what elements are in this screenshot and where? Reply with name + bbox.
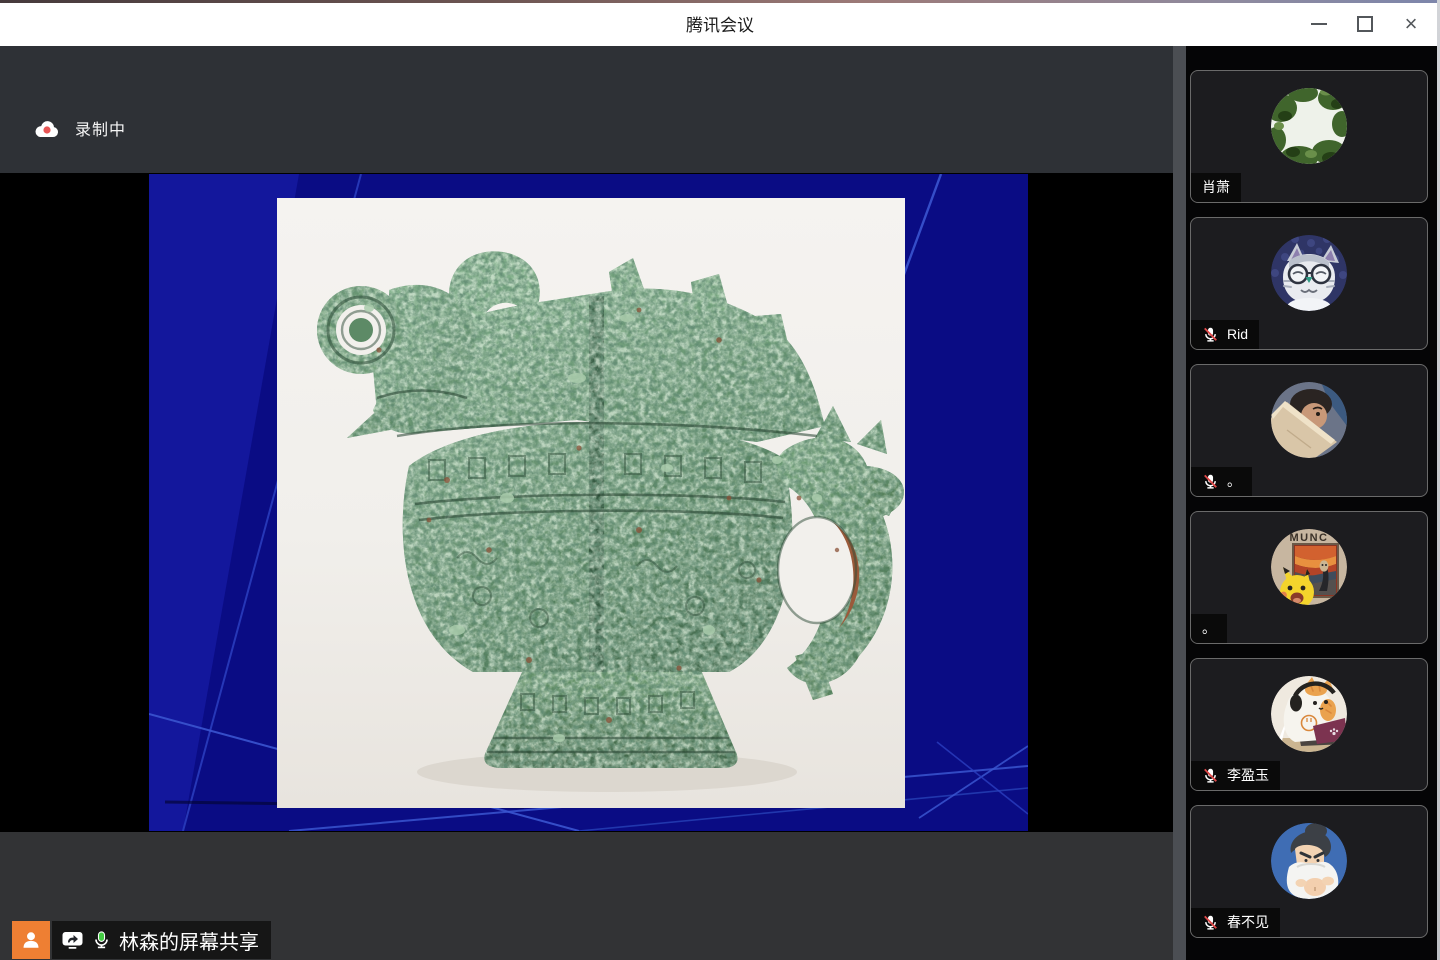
- recording-label: 录制中: [75, 116, 126, 140]
- participant-name: 。: [1227, 473, 1241, 490]
- participant-tile-dot-1[interactable]: 。: [1190, 364, 1428, 497]
- participant-name: 李盈玉: [1227, 767, 1269, 784]
- close-button[interactable]: ×: [1388, 4, 1434, 44]
- meeting-toolbar: 录制中: [0, 46, 1173, 173]
- person-icon: [20, 929, 42, 951]
- presentation-slide: [149, 174, 1028, 831]
- recording-indicator[interactable]: 录制中: [34, 115, 126, 141]
- participant-name-tag: 李盈玉: [1191, 761, 1280, 790]
- pikachu-scream-painting-avatar: MUNC: [1271, 529, 1347, 605]
- bronze-vessel-illustration: [277, 198, 905, 808]
- mic-muted-icon: [1202, 767, 1219, 784]
- bronze-vessel-photo: [277, 198, 905, 808]
- artwork-title-text: MUNC: [1290, 532, 1329, 544]
- share-label-text: 林森的屏幕共享: [119, 926, 259, 955]
- participant-name-tag: 春不见: [1191, 908, 1280, 937]
- participant-tile-liyingyu[interactable]: 李盈玉: [1190, 658, 1428, 791]
- participant-name-tag: 。: [1191, 467, 1252, 496]
- participant-tile-chunbujian[interactable]: 春不见: [1190, 805, 1428, 938]
- screen-share-icon: [61, 930, 84, 950]
- person-behind-paper-avatar: [1271, 382, 1347, 458]
- participant-name: Rid: [1227, 326, 1248, 343]
- screen-share-stage: [0, 173, 1173, 832]
- minimize-button[interactable]: [1296, 4, 1342, 44]
- mic-muted-icon: [1202, 914, 1219, 931]
- hoodie-boy-avatar: [1271, 823, 1347, 899]
- participant-name: 肖萧: [1202, 179, 1230, 196]
- participant-name-tag: Rid: [1191, 320, 1259, 349]
- participant-name-tag: 肖萧: [1191, 173, 1241, 202]
- kitten-laptop-avatar: [1271, 676, 1347, 752]
- maximize-button[interactable]: [1342, 4, 1388, 44]
- cloud-record-icon: [34, 118, 60, 138]
- mic-muted-icon: [1202, 473, 1219, 490]
- minimize-icon: [1311, 23, 1327, 25]
- mic-active-icon: [92, 930, 111, 950]
- cartoon-cat-avatar: [1271, 235, 1347, 311]
- share-label: 林森的屏幕共享: [52, 921, 271, 959]
- presenter-share-banner[interactable]: 林森的屏幕共享: [12, 921, 271, 959]
- participant-tile-xiaoxiao[interactable]: 肖萧: [1190, 70, 1428, 203]
- participant-name: 。: [1202, 620, 1216, 637]
- participant-name-tag: 。: [1191, 614, 1227, 643]
- window-controls: ×: [1296, 2, 1434, 46]
- participant-name: 春不见: [1227, 914, 1269, 931]
- participant-tile-dot-2[interactable]: MUNC 。: [1190, 511, 1428, 644]
- trees-sky-photo-avatar: [1271, 88, 1347, 164]
- participant-tile-rid[interactable]: Rid: [1190, 217, 1428, 350]
- titlebar: 腾讯会议 ×: [0, 0, 1440, 46]
- window-title: 腾讯会议: [0, 0, 1440, 46]
- mic-muted-icon: [1202, 326, 1219, 343]
- presenter-avatar-box: [12, 921, 50, 959]
- window-top-border: [0, 0, 1440, 3]
- maximize-icon: [1357, 16, 1373, 32]
- sidebar-divider[interactable]: [1173, 46, 1186, 960]
- participants-sidebar: 肖萧: [1186, 46, 1440, 960]
- tencent-meeting-window: { "window": { "title": "腾讯会议" }, "titleb…: [0, 0, 1440, 960]
- close-icon: ×: [1405, 13, 1418, 35]
